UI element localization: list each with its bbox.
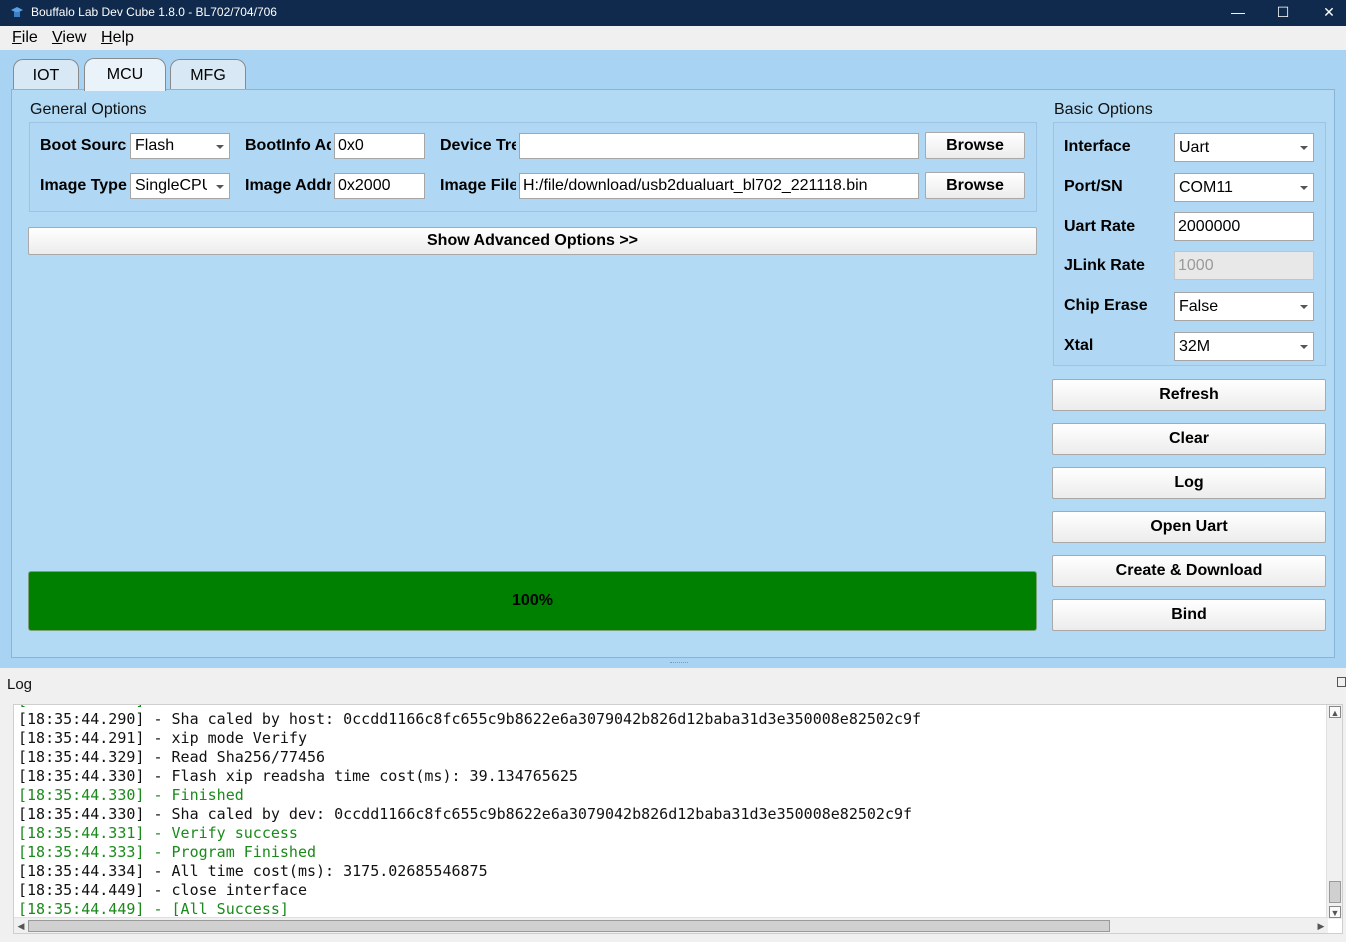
scroll-thumb[interactable] <box>1329 881 1341 903</box>
log-line: [18:35:44.329] - Read Sha256/77456 <box>18 748 326 766</box>
dock-float-icon[interactable] <box>1337 677 1346 687</box>
scroll-down-icon[interactable]: ▼ <box>1329 906 1341 918</box>
maximize-button[interactable]: ☐ <box>1260 0 1306 26</box>
minimize-button[interactable]: — <box>1215 0 1261 26</box>
menu-bar: File View Help <box>0 26 1346 50</box>
mcu-tab-panel <box>11 89 1335 658</box>
log-vertical-scrollbar[interactable]: ▲ ▼ <box>1326 705 1342 919</box>
log-line: [18:35:44.333] - Program Finished <box>18 843 317 861</box>
log-line: [18:35:44.330] - Finished <box>18 786 244 804</box>
log-line: [18:35:44.330] - Sha caled by dev: 0ccdd… <box>18 805 913 823</box>
tab-mcu[interactable]: MCU <box>84 58 166 91</box>
log-horizontal-scrollbar[interactable]: ◀ ▶ <box>14 917 1328 933</box>
log-line: [18:35:44.449] - close interface <box>18 881 307 899</box>
log-line: [18:35:44.331] - Verify success <box>18 824 298 842</box>
scroll-thumb[interactable] <box>28 920 1110 932</box>
log-dock-title: Log <box>7 676 33 693</box>
menu-file[interactable]: File <box>12 29 38 47</box>
log-line: [18:35:44.334] - All time cost(ms): 3175… <box>18 862 488 880</box>
app-icon <box>11 7 23 17</box>
log-line: [18:35:44.291] - xip mode Verify <box>18 729 307 747</box>
log-dock: Log [18:35:44.289] - Finished[18:35:44.2… <box>0 668 1346 942</box>
log-output[interactable]: [18:35:44.289] - Finished[18:35:44.290] … <box>13 704 1343 934</box>
tab-mfg[interactable]: MFG <box>170 59 246 91</box>
log-lines: [18:35:44.289] - Finished[18:35:44.290] … <box>18 705 922 919</box>
menu-help[interactable]: Help <box>101 29 134 47</box>
tab-iot[interactable]: IOT <box>13 59 79 91</box>
menu-view[interactable]: View <box>52 29 86 47</box>
scroll-up-icon[interactable]: ▲ <box>1329 706 1341 718</box>
scroll-left-icon[interactable]: ◀ <box>15 920 27 932</box>
log-line: [18:35:44.330] - Flash xip readsha time … <box>18 767 578 785</box>
window-title: Bouffalo Lab Dev Cube 1.8.0 - BL702/704/… <box>31 5 277 19</box>
title-bar: Bouffalo Lab Dev Cube 1.8.0 - BL702/704/… <box>0 0 1346 26</box>
scroll-right-icon[interactable]: ▶ <box>1315 920 1327 932</box>
close-button[interactable]: ✕ <box>1306 0 1346 26</box>
log-line: [18:35:44.290] - Sha caled by host: 0ccd… <box>18 710 922 728</box>
splitter-grip-icon <box>670 662 688 664</box>
splitter-handle[interactable] <box>0 658 1346 668</box>
